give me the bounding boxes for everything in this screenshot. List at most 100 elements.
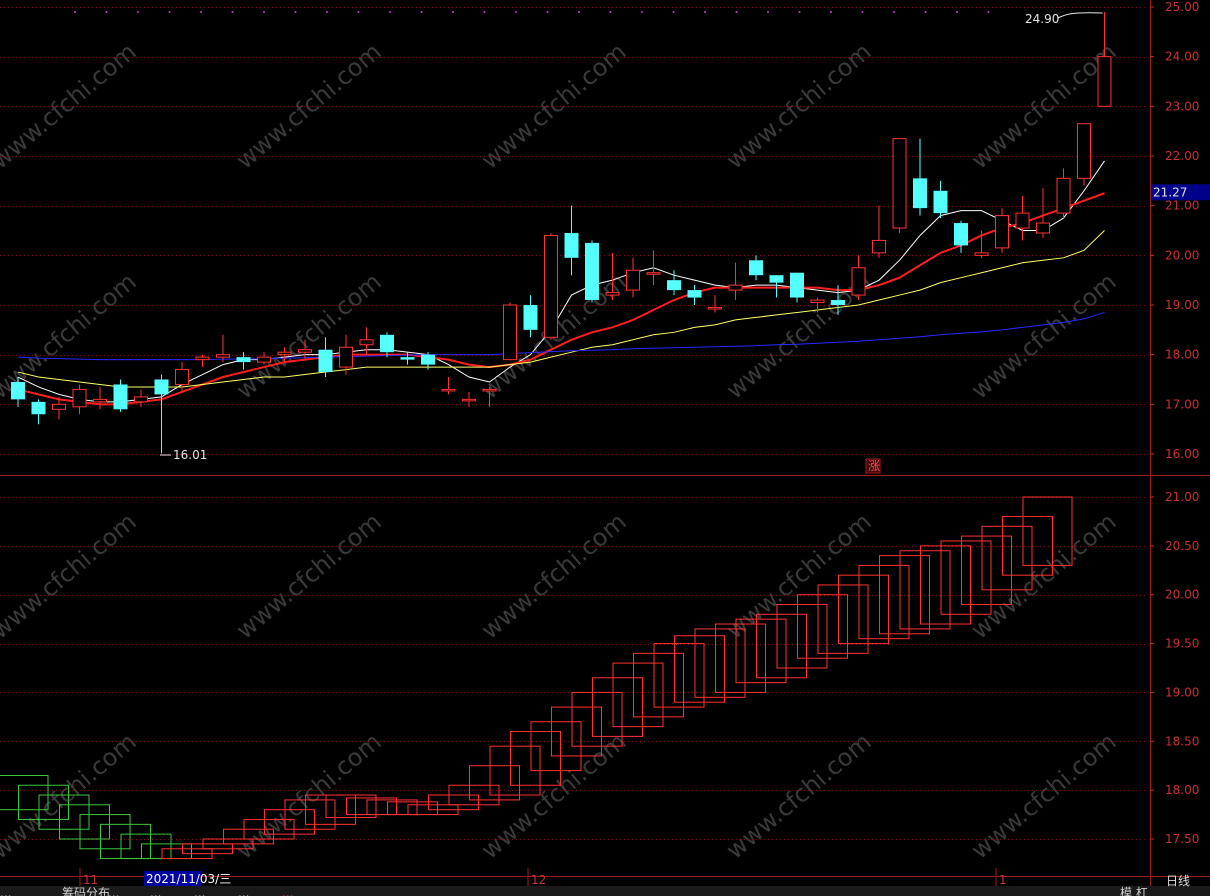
candle-body bbox=[134, 396, 148, 403]
lower-tick-label: 21.00 bbox=[1165, 490, 1199, 504]
marker-dot bbox=[389, 11, 391, 13]
candle-body bbox=[257, 356, 271, 363]
lower-box bbox=[899, 550, 951, 630]
price-tick-label: 17.00 bbox=[1165, 397, 1199, 411]
candlestick bbox=[93, 386, 107, 410]
stock-chart[interactable]: www.cfchi.com www.cfchi.com www.cfchi.com w… bbox=[0, 0, 1210, 896]
price-axis: 25.00 24.00 23.00 22.00 21.00 20.00 19.00 18.00… bbox=[1150, 0, 1210, 846]
candle-body bbox=[626, 269, 640, 291]
candle-body bbox=[687, 290, 702, 298]
candle-body bbox=[154, 379, 169, 395]
current-price-label: 21.27 bbox=[1153, 185, 1187, 199]
marker-dot bbox=[74, 11, 76, 13]
candle-body bbox=[790, 272, 804, 298]
lower-box bbox=[79, 814, 131, 850]
cursor-date: 2021/11/03/三 bbox=[146, 872, 231, 886]
marker-dot bbox=[546, 11, 549, 13]
candle-body bbox=[175, 369, 189, 385]
candlestick bbox=[503, 302, 517, 361]
candlestick bbox=[585, 240, 599, 303]
watermark-text: www.cfchi.com bbox=[476, 507, 632, 644]
lower-box bbox=[120, 833, 172, 860]
month-label: 11 bbox=[83, 873, 98, 887]
candle-body bbox=[974, 252, 989, 256]
lower-tick-label: 18.00 bbox=[1165, 783, 1199, 797]
candle-body bbox=[1036, 222, 1050, 234]
watermark-text: www.cfchi.com bbox=[231, 507, 387, 644]
bottom-bar[interactable]: 11 12 12021/11/03/三... 筹码分布............... 模… bbox=[0, 868, 1210, 896]
candle-body bbox=[1097, 56, 1112, 107]
candle-body bbox=[1077, 123, 1091, 179]
month-label: 1 bbox=[999, 873, 1007, 887]
candle-body bbox=[1056, 177, 1071, 214]
candle-body bbox=[236, 357, 251, 363]
marker-dot bbox=[168, 11, 171, 13]
candle-body bbox=[892, 138, 907, 229]
bottom-tab: ... bbox=[194, 886, 205, 896]
candlestick bbox=[441, 377, 456, 395]
candle-body bbox=[523, 305, 538, 330]
candle-body bbox=[728, 284, 743, 291]
candle-body bbox=[851, 267, 866, 296]
candle-body bbox=[482, 388, 497, 392]
marker-dot bbox=[105, 11, 108, 13]
candle-body bbox=[769, 275, 784, 283]
candlestick bbox=[72, 384, 87, 415]
candle-body bbox=[441, 388, 456, 392]
candlestick bbox=[523, 295, 538, 338]
lower-box bbox=[141, 843, 192, 860]
candlestick bbox=[195, 354, 210, 368]
bottom-tab: ... bbox=[150, 886, 161, 896]
lower-box bbox=[387, 801, 438, 816]
candlestick bbox=[1097, 11, 1112, 107]
candlestick bbox=[790, 272, 804, 303]
candle-body bbox=[421, 354, 435, 365]
candlestick bbox=[1015, 195, 1030, 241]
candlestick bbox=[872, 205, 886, 258]
bottom-tab: ... bbox=[0, 886, 11, 896]
price-tick-label: 16.00 bbox=[1165, 447, 1199, 461]
lower-tick-label: 17.50 bbox=[1165, 832, 1199, 846]
candle-body bbox=[113, 384, 128, 410]
candle-body bbox=[831, 300, 845, 305]
lower-tick-label: 20.50 bbox=[1165, 539, 1199, 553]
candlestick bbox=[1056, 168, 1071, 219]
candle-body bbox=[954, 223, 968, 246]
price-tick-label: 20.00 bbox=[1165, 248, 1199, 262]
candle-body bbox=[913, 178, 927, 209]
lower-box bbox=[346, 797, 397, 816]
bottom-tab: 筹码分布 bbox=[62, 886, 110, 896]
marker-dot bbox=[987, 11, 990, 13]
marker-dot bbox=[767, 11, 769, 13]
lower-box bbox=[100, 823, 151, 860]
lower-tick-label: 18.50 bbox=[1165, 734, 1199, 748]
candlestick bbox=[708, 295, 722, 313]
candlestick bbox=[544, 232, 558, 340]
candle-body bbox=[667, 280, 681, 291]
candle-body bbox=[380, 334, 394, 353]
candle-body bbox=[195, 356, 210, 361]
lower-box bbox=[920, 545, 971, 625]
lower-tick-label: 19.50 bbox=[1165, 637, 1199, 651]
marker-dot bbox=[420, 11, 423, 13]
price-tick-label: 21.00 bbox=[1165, 199, 1199, 213]
candle-body bbox=[400, 357, 415, 360]
price-tick-label: 25.00 bbox=[1165, 0, 1199, 14]
candle-body bbox=[564, 232, 579, 258]
candlestick bbox=[913, 138, 927, 216]
price-tick-label: 19.00 bbox=[1165, 298, 1199, 312]
candlestick bbox=[31, 399, 46, 425]
ma-line-ma20 bbox=[17, 230, 1105, 388]
watermark-text: www.cfchi.com bbox=[721, 727, 877, 864]
marker-dot bbox=[672, 11, 675, 13]
candlestick bbox=[851, 255, 866, 301]
candlestick bbox=[749, 255, 763, 281]
marker-dot bbox=[956, 11, 958, 13]
candle-body bbox=[544, 234, 558, 338]
marker-dot bbox=[641, 11, 643, 13]
candle-body bbox=[216, 354, 230, 358]
marker-dot bbox=[861, 11, 864, 13]
candle-body bbox=[31, 401, 46, 415]
bottom-tab: ... bbox=[282, 886, 293, 896]
price-tick-label: 24.00 bbox=[1165, 50, 1199, 64]
